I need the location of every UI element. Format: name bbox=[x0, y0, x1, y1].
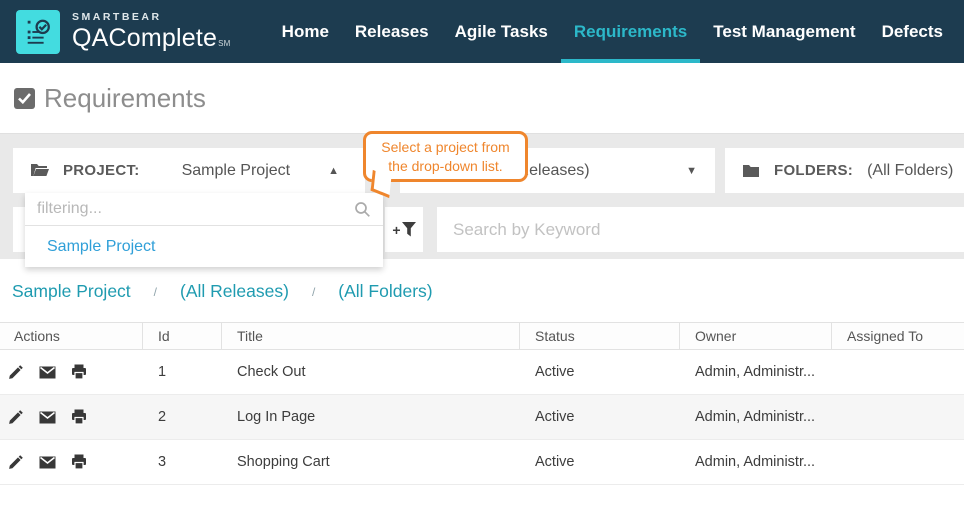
table-row[interactable]: 2 Log In Page Active Admin, Administr... bbox=[0, 395, 964, 440]
tooltip-text: Select a project from the drop-down list… bbox=[366, 138, 525, 176]
app-root: SMARTBEAR QACompleteSM Home Releases Agi… bbox=[0, 0, 964, 520]
trademark-sm: SM bbox=[218, 39, 230, 48]
breadcrumb-folder[interactable]: (All Folders) bbox=[338, 281, 432, 302]
cell-title: Check Out bbox=[222, 350, 520, 394]
row-actions bbox=[0, 395, 143, 439]
email-icon[interactable] bbox=[39, 411, 56, 424]
requirements-checkbox-icon bbox=[14, 88, 35, 109]
keyword-search-box bbox=[437, 207, 964, 252]
cell-title: Shopping Cart bbox=[222, 440, 520, 484]
column-header-id[interactable]: Id bbox=[143, 323, 222, 349]
table-header: Actions Id Title Status Owner Assigned T… bbox=[0, 322, 964, 350]
nav-item-test-management[interactable]: Test Management bbox=[700, 0, 868, 63]
table-row[interactable]: 1 Check Out Active Admin, Administr... bbox=[0, 350, 964, 395]
qacomplete-wordmark: QACompleteSM bbox=[72, 26, 231, 51]
cell-assigned-to bbox=[832, 440, 964, 484]
project-filter-input[interactable] bbox=[37, 200, 354, 218]
cell-id: 2 bbox=[143, 395, 222, 439]
caret-up-icon: ▲ bbox=[328, 165, 339, 177]
print-icon[interactable] bbox=[71, 454, 87, 470]
nav-item-home[interactable]: Home bbox=[269, 0, 342, 63]
search-icon bbox=[354, 201, 371, 218]
breadcrumb: Sample Project / (All Releases) / (All F… bbox=[12, 281, 433, 302]
cell-id: 1 bbox=[143, 350, 222, 394]
main-nav: Home Releases Agile Tasks Requirements T… bbox=[269, 0, 964, 63]
breadcrumb-bar: Sample Project / (All Releases) / (All F… bbox=[0, 259, 964, 322]
cell-owner: Admin, Administr... bbox=[680, 440, 832, 484]
nav-item-releases[interactable]: Releases bbox=[342, 0, 442, 63]
plus-glyph: + bbox=[392, 222, 400, 238]
nav-item-defects[interactable]: Defects bbox=[869, 0, 956, 63]
row-actions bbox=[0, 440, 143, 484]
keyword-search-input[interactable] bbox=[437, 207, 964, 252]
table-row[interactable]: 3 Shopping Cart Active Admin, Administr.… bbox=[0, 440, 964, 485]
column-header-assigned-to[interactable]: Assigned To bbox=[832, 323, 964, 349]
row-actions bbox=[0, 350, 143, 394]
nav-item-agile-tasks[interactable]: Agile Tasks bbox=[442, 0, 561, 63]
breadcrumb-separator: / bbox=[312, 285, 315, 299]
print-icon[interactable] bbox=[71, 364, 87, 380]
email-icon[interactable] bbox=[39, 366, 56, 379]
folders-value: (All Folders) bbox=[867, 162, 953, 180]
funnel-icon bbox=[402, 222, 416, 237]
cell-assigned-to bbox=[832, 395, 964, 439]
tooltip-callout: Select a project from the drop-down list… bbox=[363, 131, 528, 182]
cell-id: 3 bbox=[143, 440, 222, 484]
folder-open-icon bbox=[30, 163, 49, 178]
folder-closed-icon bbox=[742, 164, 760, 178]
project-filter-row bbox=[25, 193, 383, 226]
page-title: Requirements bbox=[44, 83, 206, 114]
project-dropdown-panel: Sample Project bbox=[25, 193, 383, 267]
breadcrumb-project[interactable]: Sample Project bbox=[12, 281, 131, 302]
cell-owner: Admin, Administr... bbox=[680, 350, 832, 394]
edit-icon[interactable] bbox=[8, 364, 24, 380]
edit-icon[interactable] bbox=[8, 454, 24, 470]
breadcrumb-release[interactable]: (All Releases) bbox=[180, 281, 289, 302]
print-icon[interactable] bbox=[71, 409, 87, 425]
column-header-status[interactable]: Status bbox=[520, 323, 680, 349]
folders-label: FOLDERS: bbox=[774, 162, 853, 179]
qacomplete-logo-icon bbox=[16, 10, 60, 54]
project-option-sample-project[interactable]: Sample Project bbox=[25, 226, 383, 267]
requirements-table: Actions Id Title Status Owner Assigned T… bbox=[0, 322, 964, 485]
column-header-owner[interactable]: Owner bbox=[680, 323, 832, 349]
brand-logo[interactable]: SMARTBEAR QACompleteSM bbox=[16, 10, 231, 54]
folders-dropdown-trigger[interactable]: FOLDERS: (All Folders) bbox=[725, 148, 964, 193]
nav-item-requirements[interactable]: Requirements bbox=[561, 0, 700, 63]
project-dropdown-trigger[interactable]: PROJECT: Sample Project ▲ bbox=[13, 148, 365, 193]
smartbear-wordmark: SMARTBEAR bbox=[72, 12, 231, 23]
page-title-bar: Requirements bbox=[0, 63, 964, 133]
column-header-actions[interactable]: Actions bbox=[0, 323, 143, 349]
brand-text: SMARTBEAR QACompleteSM bbox=[72, 12, 231, 51]
cell-title: Log In Page bbox=[222, 395, 520, 439]
breadcrumb-separator: / bbox=[154, 285, 157, 299]
column-header-title[interactable]: Title bbox=[222, 323, 520, 349]
project-value: Sample Project bbox=[182, 162, 291, 180]
cell-status: Active bbox=[520, 440, 680, 484]
cell-status: Active bbox=[520, 350, 680, 394]
add-filter-button[interactable]: + bbox=[385, 207, 423, 252]
cell-assigned-to bbox=[832, 350, 964, 394]
project-label: PROJECT: bbox=[63, 162, 140, 179]
email-icon[interactable] bbox=[39, 456, 56, 469]
top-navbar: SMARTBEAR QACompleteSM Home Releases Agi… bbox=[0, 0, 964, 63]
cell-owner: Admin, Administr... bbox=[680, 395, 832, 439]
caret-down-icon: ▼ bbox=[686, 165, 697, 177]
edit-icon[interactable] bbox=[8, 409, 24, 425]
cell-status: Active bbox=[520, 395, 680, 439]
